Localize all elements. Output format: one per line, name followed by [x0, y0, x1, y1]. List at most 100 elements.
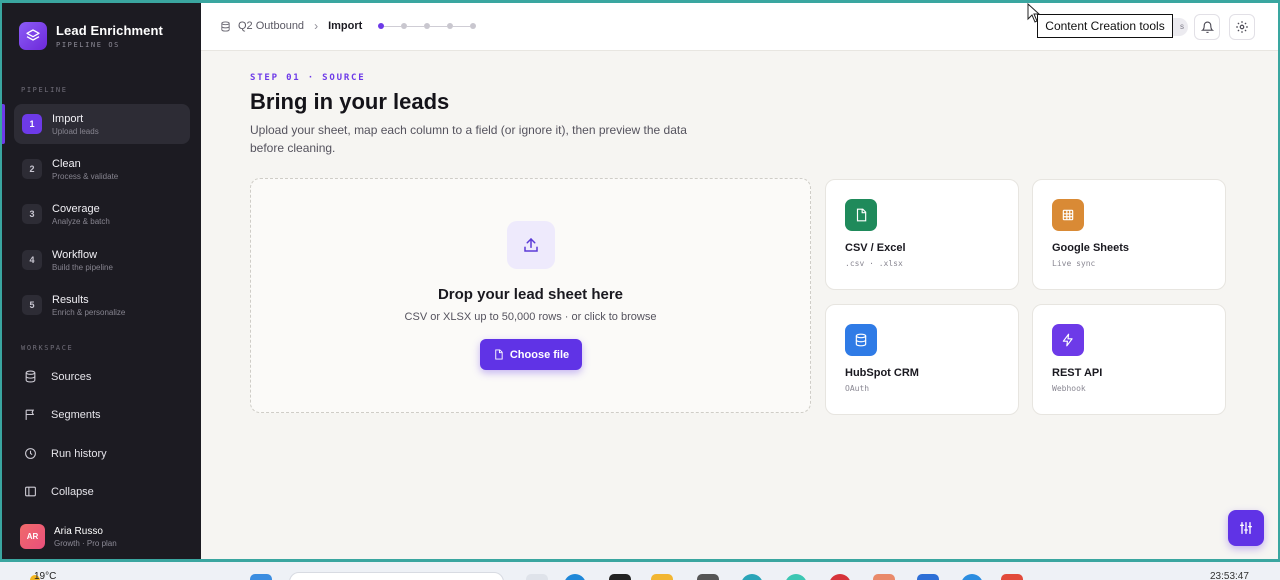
choose-file-label: Choose file — [509, 348, 570, 361]
step-subtitle: Upload leads — [52, 126, 99, 136]
sidebar-step-clean[interactable]: 2 Clean Process & validate — [14, 149, 190, 189]
progress-line — [430, 25, 448, 27]
chevron-right-icon: › — [314, 19, 319, 33]
sidebar: Lead Enrichment PIPELINE OS PIPELINE 1 I… — [2, 3, 201, 559]
source-card-csv[interactable]: CSV / Excel .csv · .xlsx — [825, 179, 1019, 290]
source-card-hubspot[interactable]: HubSpot CRM OAuth — [825, 304, 1019, 415]
dropzone-subtitle: CSV or XLSX up to 50,000 rows · or click… — [404, 311, 657, 323]
bolt-icon — [1052, 324, 1084, 356]
pipeline-section-label: PIPELINE — [21, 86, 68, 94]
taskbar-app-icon[interactable] — [1001, 574, 1023, 580]
choose-file-button[interactable]: Choose file — [480, 339, 582, 370]
taskbar-app-icon[interactable] — [829, 574, 851, 580]
bell-icon — [1200, 21, 1214, 33]
step-number: 3 — [22, 204, 42, 224]
sidebar-item-segments[interactable]: Segments — [24, 408, 101, 421]
sidebar-step-workflow[interactable]: 4 Workflow Build the pipeline — [14, 240, 190, 280]
file-icon — [845, 199, 877, 231]
upload-icon — [507, 221, 555, 269]
step-subtitle: Process & validate — [52, 171, 119, 181]
taskbar-app-icon[interactable] — [961, 574, 983, 580]
progress-line — [407, 25, 425, 27]
source-title: REST API — [1052, 367, 1103, 379]
step-number: 5 — [22, 295, 42, 315]
weather-temperature[interactable]: 19°C — [34, 571, 56, 580]
user-plan: Growth · Pro plan — [54, 538, 117, 548]
sidebar-panel-icon — [25, 486, 36, 497]
app-title: Lead Enrichment — [56, 23, 163, 38]
app-window: Lead Enrichment PIPELINE OS PIPELINE 1 I… — [0, 3, 1280, 559]
source-subtitle: OAuth — [845, 384, 870, 393]
sliders-icon — [1240, 522, 1252, 534]
taskbar-clock[interactable]: 23:53:47 — [1210, 571, 1249, 580]
source-card-google-sheets[interactable]: Google Sheets Live sync — [1032, 179, 1226, 290]
database-icon — [845, 324, 877, 356]
step-progress — [378, 23, 477, 29]
browser-icon[interactable] — [564, 574, 586, 580]
notifications-button[interactable] — [1194, 14, 1220, 40]
step-title: Workflow — [52, 248, 98, 261]
workspace-section-label: WORKSPACE — [21, 344, 74, 352]
sidebar-collapse-button[interactable]: Collapse — [24, 485, 94, 498]
database-icon — [221, 20, 230, 32]
source-subtitle: Webhook — [1052, 384, 1086, 393]
topbar: Q2 Outbound › Import s Content Creation … — [201, 3, 1278, 51]
brand[interactable]: Lead Enrichment PIPELINE OS — [19, 22, 163, 50]
taskbar-app-icon[interactable] — [873, 574, 895, 580]
source-subtitle: .csv · .xlsx — [845, 259, 903, 268]
source-subtitle: Live sync — [1052, 259, 1096, 268]
page-description: Upload your sheet, map each column to a … — [250, 123, 687, 155]
taskbar-app-icon[interactable] — [785, 574, 807, 580]
progress-dot — [470, 23, 477, 29]
tooltip: Content Creation tools — [1037, 14, 1173, 38]
breadcrumb: Q2 Outbound › Import — [220, 19, 477, 33]
taskbar-app-icon[interactable] — [741, 574, 763, 580]
folder-icon[interactable] — [651, 574, 673, 580]
sidebar-item-label: Sources — [51, 370, 92, 383]
progress-line — [453, 25, 471, 27]
source-card-rest-api[interactable]: REST API Webhook — [1032, 304, 1226, 415]
os-taskbar: 19°C 23:53:47 — [0, 562, 1280, 580]
step-number: 2 — [22, 159, 42, 179]
sidebar-item-label: Run history — [51, 447, 107, 460]
mouse-cursor-icon — [1027, 3, 1041, 23]
file-dropzone[interactable]: Drop your lead sheet here CSV or XLSX up… — [250, 178, 811, 413]
step-number: 1 — [22, 114, 42, 134]
sidebar-item-run-history[interactable]: Run history — [24, 447, 107, 460]
step-subtitle: Analyze & batch — [52, 216, 110, 226]
start-menu-icon[interactable] — [250, 574, 272, 580]
grid-icon — [1052, 199, 1084, 231]
step-subtitle: Enrich & personalize — [52, 307, 126, 317]
taskbar-app-icon[interactable] — [917, 574, 939, 580]
step-title: Clean — [52, 157, 81, 170]
source-title: Google Sheets — [1052, 242, 1130, 254]
taskbar-app-icon[interactable] — [697, 574, 719, 580]
step-eyebrow: STEP 01 · SOURCE — [250, 73, 366, 83]
sidebar-item-sources[interactable]: Sources — [24, 370, 91, 383]
database-icon — [25, 370, 36, 383]
progress-line — [384, 25, 402, 27]
flag-icon — [25, 409, 35, 420]
source-title: CSV / Excel — [845, 242, 906, 254]
source-title: HubSpot CRM — [845, 367, 919, 379]
taskbar-search[interactable] — [289, 572, 504, 580]
clock-icon — [25, 448, 36, 459]
step-title: Coverage — [52, 202, 100, 215]
avatar: AR — [20, 524, 45, 549]
sidebar-item-label: Segments — [51, 408, 101, 421]
page-title: Bring in your leads — [250, 89, 450, 114]
user-name: Aria Russo — [54, 525, 103, 537]
sidebar-step-coverage[interactable]: 3 Coverage Analyze & batch — [14, 194, 190, 234]
active-indicator — [2, 104, 5, 144]
app-subtitle: PIPELINE OS — [56, 41, 120, 49]
sidebar-step-import[interactable]: 1 Import Upload leads — [14, 104, 190, 144]
user-profile[interactable]: AR Aria Russo Growth · Pro plan — [20, 524, 117, 549]
settings-button[interactable] — [1229, 14, 1255, 40]
step-title: Import — [52, 112, 84, 125]
breadcrumb-root[interactable]: Q2 Outbound — [238, 20, 304, 32]
tools-fab-button[interactable] — [1228, 510, 1264, 546]
sidebar-step-results[interactable]: 5 Results Enrich & personalize — [14, 285, 190, 325]
step-title: Results — [52, 293, 89, 306]
taskbar-app-icon[interactable] — [609, 574, 631, 580]
taskbar-app-icon[interactable] — [526, 574, 548, 580]
